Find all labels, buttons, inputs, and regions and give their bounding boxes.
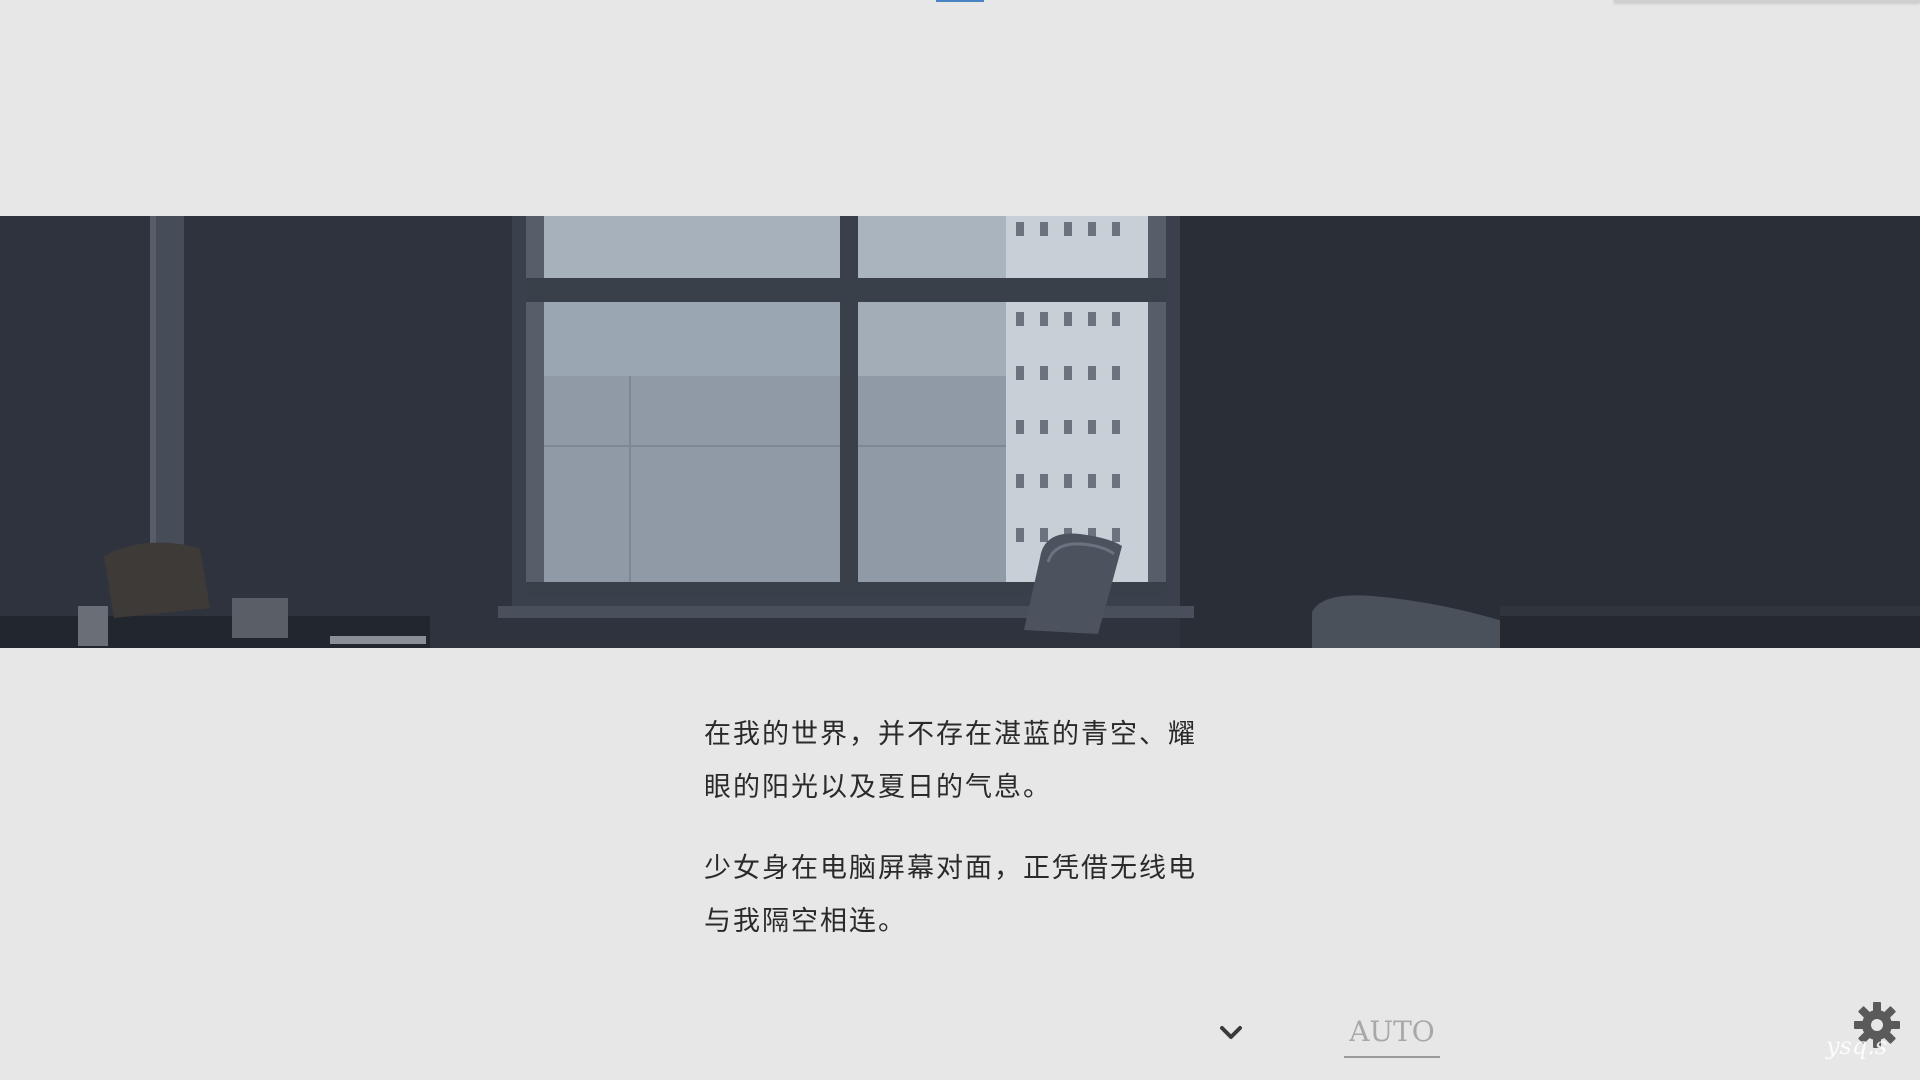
scene-illustration <box>0 216 1920 648</box>
auto-play-button[interactable]: AUTO <box>1344 1012 1440 1058</box>
game-screen[interactable]: 在我的世界，并不存在湛蓝的青空、耀 眼的阳光以及夏日的气息。 少女身在电脑屏幕对… <box>0 0 1920 1080</box>
dialogue-paragraph: 在我的世界，并不存在湛蓝的青空、耀 眼的阳光以及夏日的气息。 <box>704 708 1224 814</box>
office-window-scene <box>0 216 1920 648</box>
top-progress-marker <box>936 0 984 2</box>
top-right-panel-edge <box>1614 0 1920 2</box>
dialogue-line: 眼的阳光以及夏日的气息。 <box>704 772 1052 803</box>
svg-text:ysq.s: ysq.s <box>1825 1032 1887 1060</box>
dialogue-line: 在我的世界，并不存在湛蓝的青空、耀 <box>704 719 1197 750</box>
dialogue-paragraph: 少女身在电脑屏幕对面，正凭借无线电 与我隔空相连。 <box>704 842 1224 948</box>
artist-signature: ysq.s <box>1825 1032 1887 1060</box>
dialogue-line: 与我隔空相连。 <box>704 906 907 937</box>
chevron-down-icon <box>1220 1026 1242 1039</box>
dialogue-box[interactable]: 在我的世界，并不存在湛蓝的青空、耀 眼的阳光以及夏日的气息。 少女身在电脑屏幕对… <box>704 708 1224 976</box>
advance-text-button[interactable] <box>1218 1024 1244 1042</box>
dialogue-line: 少女身在电脑屏幕对面，正凭借无线电 <box>704 853 1197 884</box>
